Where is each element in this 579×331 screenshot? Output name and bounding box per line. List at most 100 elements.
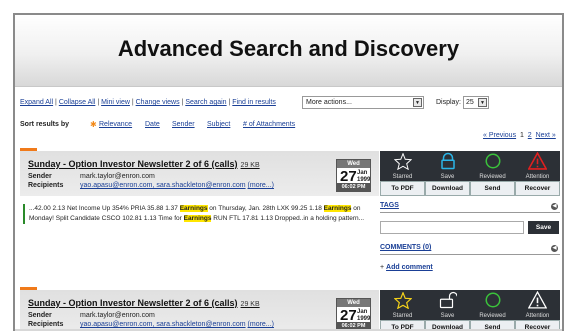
result-item: Sunday - Option Investor Newsletter 2 of… [20,287,560,331]
date-month: Jan [357,309,368,315]
save-toggle[interactable]: Save [425,290,470,320]
date-badge: Wed 27 Jan 1999 06:02 PM [336,298,371,331]
recipients-row: Recipients yao.apasu@enron.com, sara.shac… [28,321,274,328]
tags-label[interactable]: TAGS [380,202,399,209]
reviewed-toggle[interactable]: Reviewed [470,290,515,320]
date-badge: Wed 27 Jan 1999 06:02 PM [336,159,371,192]
more-recipients-link[interactable]: (more...) [248,182,274,189]
star-icon [380,290,425,310]
result-size: 29 KB [240,301,260,308]
add-comment-link[interactable]: Add comment [386,264,433,271]
highlight-term: Earnings [323,205,352,212]
add-comment-row: + Add comment [380,264,433,271]
recipients-label: Recipients [28,182,64,189]
app-frame: Advanced Search and Discovery Expand All… [13,13,564,331]
attention-label: Attention [525,313,550,319]
comments-label[interactable]: COMMENTS (0) [380,244,431,251]
snippet-text: RUN FTL 17.81 1.13 Dropped..in a holding… [211,215,365,222]
pagination: « Previous 1 2 Next » [483,132,556,139]
starred-toggle[interactable]: Starred [380,151,425,181]
sort-date[interactable]: Date [145,121,160,128]
display-count-value: 25 [466,99,474,106]
collapse-all-link[interactable]: Collapse All [59,99,96,106]
title-banner: Advanced Search and Discovery [15,15,562,87]
circle-icon [470,290,515,310]
sender-label: Sender [28,312,52,319]
unlock-icon [425,290,470,310]
save-toggle[interactable]: Save [425,151,470,181]
sender-label: Sender [28,173,52,180]
highlight-term: Earnings [179,205,208,212]
tags-header[interactable]: TAGS ◀ [380,202,560,213]
page-2-link[interactable]: 2 [528,132,532,139]
attention-toggle[interactable]: Attention [515,290,560,320]
current-page: 1 [519,132,524,139]
display-count-select[interactable]: 25 ▼ [463,96,489,109]
sender-value: mark.taylor@enron.com [80,173,155,180]
circle-icon [470,151,515,171]
tags-comments-panel: TAGS ◀ Save COMMENTS (0) ◀ + Add comment [380,202,560,271]
find-in-results-link[interactable]: Find in results [232,99,276,106]
result-title-link[interactable]: Sunday - Option Investor Newsletter 2 of… [28,159,260,169]
mini-view-link[interactable]: Mini view [101,99,130,106]
plus-icon: + [380,264,385,271]
date-month: Jan [357,170,368,176]
attention-toggle[interactable]: Attention [515,151,560,181]
attention-label: Attention [525,174,550,180]
next-page-link[interactable]: Next » [536,132,556,139]
highlight-term: Earnings [183,215,212,222]
collapse-arrow-icon[interactable]: ◀ [551,245,558,252]
date-time: 06:02 PM [337,183,370,191]
previous-page-link[interactable]: « Previous [483,132,516,139]
sender-row: Sender mark.taylor@enron.com [28,173,155,180]
send-button[interactable]: Send [470,181,515,196]
recipients-row: Recipients yao.apasu@enron.com, sara.shac… [28,182,274,189]
date-weekday: Wed [337,160,370,168]
result-title[interactable]: Sunday - Option Investor Newsletter 2 of… [28,298,238,308]
starred-toggle[interactable]: Starred [380,290,425,320]
reviewed-label: Reviewed [479,313,506,319]
lock-icon [425,151,470,171]
result-title-link[interactable]: Sunday - Option Investor Newsletter 2 of… [28,298,260,308]
more-recipients-link[interactable]: (more...) [248,321,274,328]
download-button[interactable]: Download [425,181,470,196]
selected-sort-star-icon: ✱ [90,120,97,129]
sort-relevance[interactable]: Relevance [99,121,132,128]
search-again-link[interactable]: Search again [185,99,226,106]
snippet-text: ...42.00 2.13 Net Income Up 354% PRIA 35… [29,205,180,212]
warning-icon [515,290,560,310]
sort-subject[interactable]: Subject [207,121,230,128]
starred-label: Starred [392,174,413,180]
expand-all-link[interactable]: Expand All [20,99,53,106]
tag-input[interactable] [380,221,524,234]
more-actions-select[interactable]: More actions... ▼ [302,96,424,109]
result-title[interactable]: Sunday - Option Investor Newsletter 2 of… [28,159,238,169]
to-pdf-button[interactable]: To PDF [380,181,425,196]
reviewed-label: Reviewed [479,174,506,180]
chevron-down-icon[interactable]: ▼ [413,98,422,107]
recipients-value[interactable]: yao.apasu@enron.com, sara.shackleton@enr… [80,182,246,189]
comments-header[interactable]: COMMENTS (0) ◀ [380,244,560,255]
page-title: Advanced Search and Discovery [117,36,460,61]
result-actions-panel: Starred Save Reviewed Attention To PDF D… [380,290,560,331]
change-views-link[interactable]: Change views [136,99,180,106]
reviewed-toggle[interactable]: Reviewed [470,151,515,181]
result-size: 29 KB [240,162,260,169]
sort-bar: Sort results by ✱ Relevance Date Sender … [20,120,560,133]
sort-attachments[interactable]: # of Attachments [243,121,295,128]
save-tag-button[interactable]: Save [528,221,559,234]
starred-label: Starred [392,313,413,319]
sort-label: Sort results by [20,121,70,128]
chevron-down-icon[interactable]: ▼ [478,98,487,107]
star-icon [380,151,425,171]
result-item: Sunday - Option Investor Newsletter 2 of… [20,148,560,280]
sender-row: Sender mark.taylor@enron.com [28,312,155,319]
result-header: Sunday - Option Investor Newsletter 2 of… [20,151,379,196]
date-month-year: Jan 1999 [357,309,370,323]
sort-sender[interactable]: Sender [172,121,195,128]
results-toolbar: Expand All | Collapse All | Mini view | … [20,96,560,113]
collapse-arrow-icon[interactable]: ◀ [551,203,558,210]
more-actions-value: More actions... [306,99,352,106]
recover-button[interactable]: Recover [515,181,560,196]
recipients-value[interactable]: yao.apasu@enron.com, sara.shackleton@enr… [80,321,246,328]
